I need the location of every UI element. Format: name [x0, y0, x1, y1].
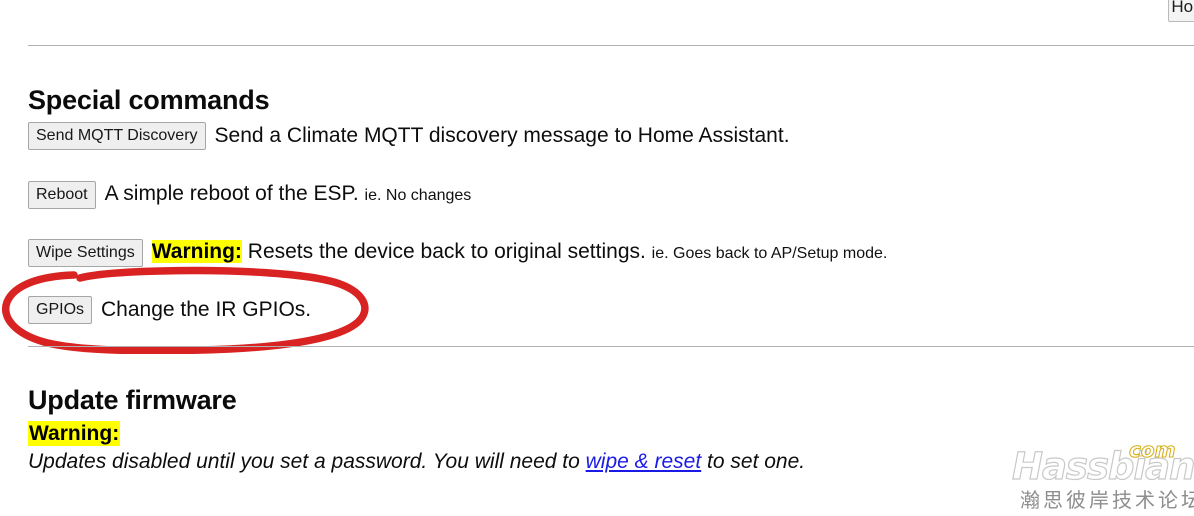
- watermark-tld-text: com: [1128, 438, 1176, 462]
- command-description: Change the IR GPIOs.: [101, 297, 311, 323]
- page-title-update-firmware: Update firmware: [28, 385, 237, 416]
- command-description: Warning: Resets the device back to origi…: [151, 239, 888, 267]
- command-description-text: A simple reboot of the ESP.: [104, 182, 359, 205]
- wipe-and-reset-link[interactable]: wipe & reset: [586, 450, 702, 473]
- firmware-disabled-message: Updates disabled until you set a passwor…: [28, 448, 805, 475]
- reboot-button[interactable]: Reboot: [28, 181, 96, 209]
- command-description: A simple reboot of the ESP. ie. No chang…: [105, 181, 472, 209]
- command-description-text: Send a Climate MQTT discovery message to…: [214, 124, 790, 147]
- command-note-text: ie. No changes: [364, 187, 472, 204]
- command-row-reboot: Reboot A simple reboot of the ESP. ie. N…: [28, 181, 471, 209]
- command-row-send-mqtt-discovery: Send MQTT Discovery Send a Climate MQTT …: [28, 122, 790, 150]
- command-description-text: Change the IR GPIOs.: [101, 298, 312, 321]
- command-description-text: Resets the device back to original setti…: [247, 240, 646, 263]
- command-row-wipe-settings: Wipe Settings Warning: Resets the device…: [28, 239, 887, 267]
- command-row-gpios: GPIOs Change the IR GPIOs.: [28, 296, 311, 324]
- command-description: Send a Climate MQTT discovery message to…: [215, 123, 790, 149]
- firmware-message-prefix: Updates disabled until you set a passwor…: [28, 450, 586, 473]
- firmware-warning-badge: Warning:: [28, 421, 121, 446]
- home-button[interactable]: Home: [1168, 0, 1194, 22]
- gpios-button[interactable]: GPIOs: [28, 296, 93, 324]
- divider-top: [28, 45, 1194, 46]
- command-note-text: ie. Goes back to AP/Setup mode.: [651, 245, 888, 262]
- firmware-message-suffix: to set one.: [701, 450, 806, 473]
- watermark: Hassbian com 瀚思彼岸技术论坛: [1011, 438, 1194, 516]
- warning-badge: Warning:: [151, 240, 242, 263]
- topbar: Home: [0, 0, 1194, 28]
- watermark-subtitle-text: 瀚思彼岸技术论坛: [1020, 488, 1194, 512]
- wipe-settings-button[interactable]: Wipe Settings: [28, 239, 143, 267]
- divider-middle: [28, 346, 1194, 347]
- watermark-brand-text: Hassbian: [1011, 445, 1194, 488]
- send-mqtt-discovery-button[interactable]: Send MQTT Discovery: [28, 122, 206, 150]
- page-title-special-commands: Special commands: [28, 85, 270, 116]
